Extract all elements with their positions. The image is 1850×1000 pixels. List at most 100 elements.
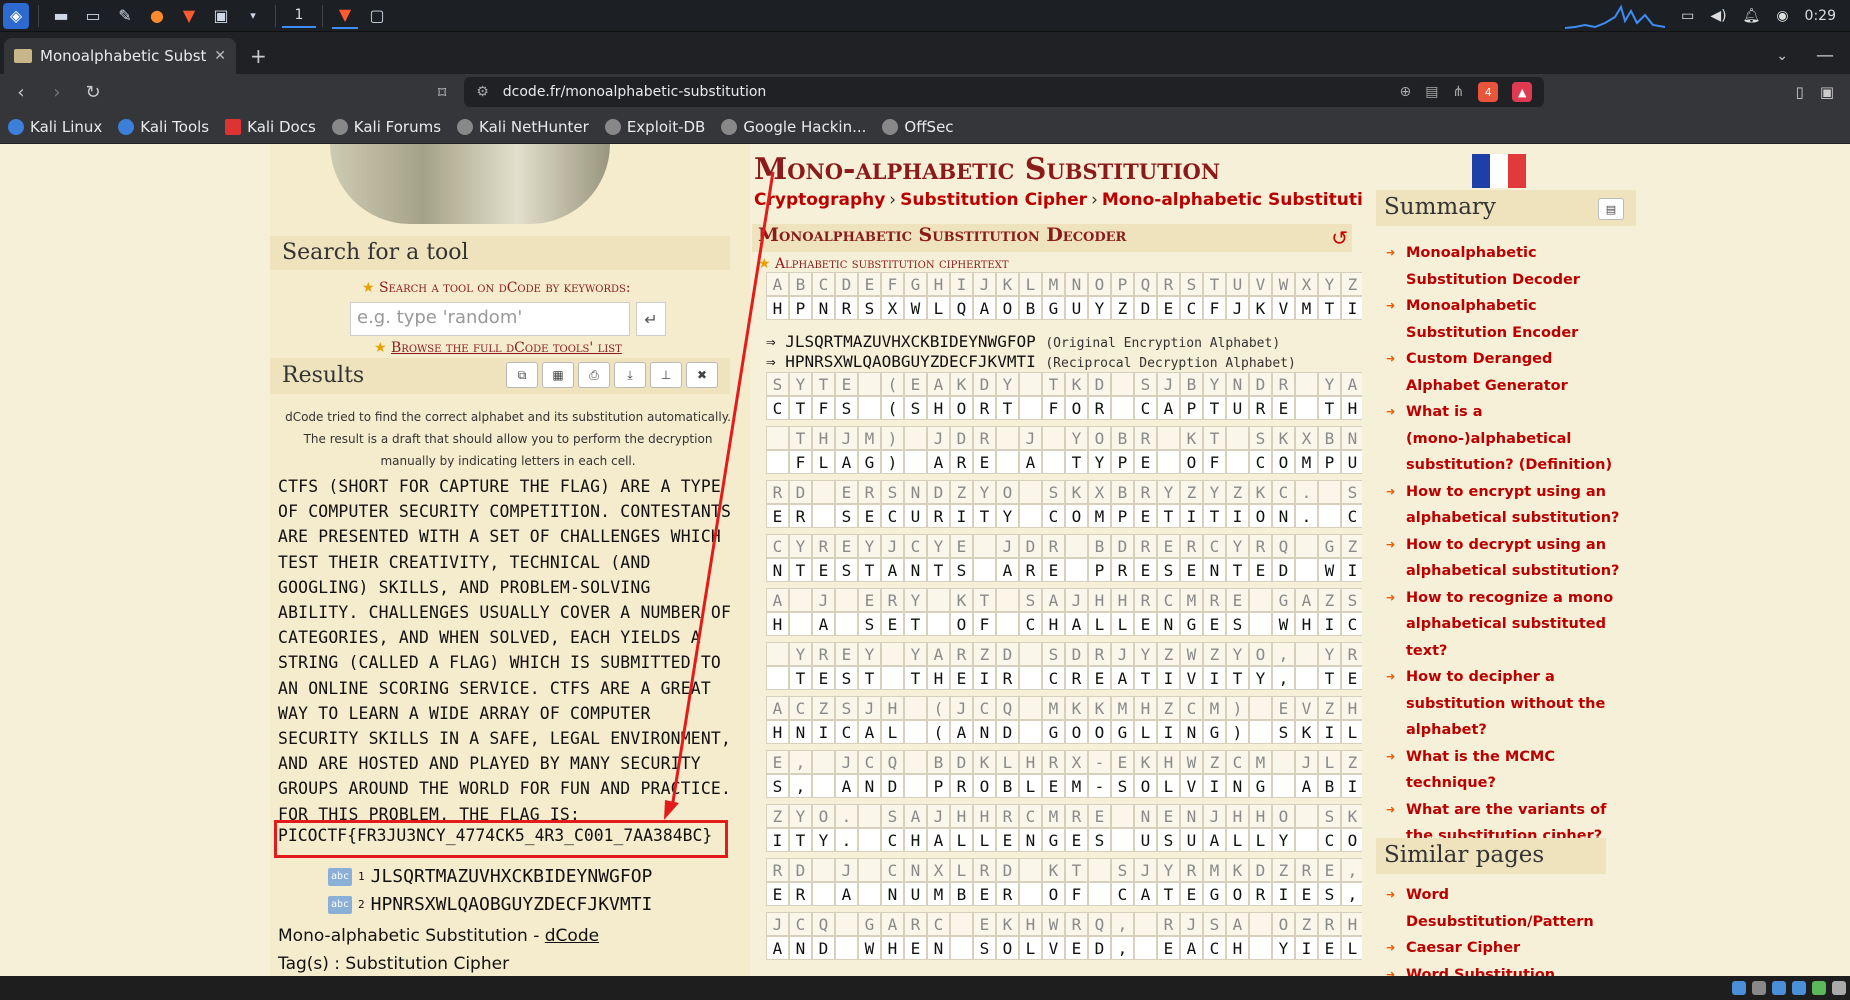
plain-cell[interactable]: S [973,936,996,960]
plain-cell[interactable]: F [1042,396,1065,420]
plain-cell[interactable]: R [1019,558,1042,582]
plain-cell[interactable]: F [1203,450,1226,474]
plain-cell[interactable]: H [1295,612,1318,636]
plain-cell[interactable]: L [881,720,904,744]
plain-cell[interactable] [904,774,927,798]
copy-button[interactable]: ⧉ [506,362,538,388]
plain-cell[interactable]: E [1065,936,1088,960]
bookmark-kali-tools[interactable]: Kali Tools [118,118,209,136]
plain-cell[interactable]: D [881,774,904,798]
pin-button[interactable]: ⊥ [650,362,682,388]
firefox-icon[interactable]: ● [144,3,170,29]
plain-cell[interactable]: T [1157,882,1180,906]
plain-cell[interactable] [1019,396,1042,420]
french-flag-icon[interactable] [1472,154,1526,188]
plain-cell[interactable]: U [904,504,927,528]
plain-cell[interactable]: H [904,828,927,852]
plain-cell[interactable]: N [789,720,812,744]
plain-cell[interactable] [766,450,789,474]
plain-cell[interactable]: ( [881,396,904,420]
plain-cell[interactable]: H [766,720,789,744]
plain-cell[interactable]: Y [1249,666,1272,690]
plain-cell[interactable]: L [927,296,950,320]
plain-cell[interactable]: N [973,720,996,744]
plain-cell[interactable]: A [1203,828,1226,852]
plain-cell[interactable]: A [1019,450,1042,474]
plain-cell[interactable]: F [789,450,812,474]
plain-cell[interactable]: O [1065,720,1088,744]
plain-cell[interactable]: L [1019,936,1042,960]
sidebar-toggle-icon[interactable]: ▯ [1796,83,1804,101]
plain-cell[interactable]: N [766,558,789,582]
plain-cell[interactable]: E [1180,882,1203,906]
plain-cell[interactable]: E [1157,936,1180,960]
plain-cell[interactable]: E [766,504,789,528]
plain-cell[interactable]: R [1065,666,1088,690]
plain-cell[interactable]: T [1318,666,1341,690]
summary-link[interactable]: Monoalphabetic Substitution Encoder [1386,293,1626,346]
plain-cell[interactable]: G [858,450,881,474]
plain-cell[interactable]: G [1042,828,1065,852]
plain-cell[interactable]: I [950,504,973,528]
plain-cell[interactable]: L [1157,774,1180,798]
plain-cell[interactable]: Z [1111,296,1134,320]
plain-cell[interactable]: C [1042,666,1065,690]
plain-cell[interactable]: S [766,774,789,798]
plain-cell[interactable]: S [904,396,927,420]
plain-cell[interactable] [789,612,812,636]
close-button[interactable]: ✖ [686,362,718,388]
plain-cell[interactable]: O [1226,882,1249,906]
plain-cell[interactable]: O [950,396,973,420]
display-icon[interactable]: ▭ [1681,8,1694,24]
plain-cell[interactable]: I [766,828,789,852]
plain-cell[interactable]: N [789,936,812,960]
plain-cell[interactable] [1249,612,1272,636]
bookmark-kali-forums[interactable]: Kali Forums [331,118,441,136]
plain-cell[interactable]: ) [1226,720,1249,744]
plain-cell[interactable]: G [1203,720,1226,744]
plain-cell[interactable]: E [904,936,927,960]
plain-cell[interactable]: R [1088,396,1111,420]
brave-rewards-icon[interactable]: ▲ [1512,82,1533,102]
share-icon[interactable]: ⋔ [1452,84,1464,100]
plain-cell[interactable]: G [1203,882,1226,906]
plain-cell[interactable]: E [973,450,996,474]
plain-cell[interactable]: A [835,774,858,798]
bookmark-kali-linux[interactable]: Kali Linux [8,118,102,136]
plain-cell[interactable]: U [1341,450,1364,474]
plain-cell[interactable]: D [1088,936,1111,960]
plain-cell[interactable]: C [1019,612,1042,636]
plain-cell[interactable]: Y [812,828,835,852]
plain-cell[interactable]: P [1088,558,1111,582]
plain-cell[interactable]: C [1318,828,1341,852]
plain-cell[interactable]: H [1341,396,1364,420]
plain-cell[interactable]: S [1226,612,1249,636]
plain-cell[interactable]: N [858,774,881,798]
back-icon[interactable]: ‹ [6,82,36,103]
reload-icon[interactable]: ↻ [78,82,108,103]
tray-app-icon[interactable] [1732,981,1746,995]
brave-icon[interactable]: ▼ [176,3,202,29]
plain-cell[interactable]: . [835,828,858,852]
volume-icon[interactable]: ◀) [1710,8,1726,24]
plain-cell[interactable]: L [973,828,996,852]
plain-cell[interactable]: E [1065,828,1088,852]
plain-cell[interactable]: O [1065,396,1088,420]
plain-cell[interactable]: T [858,558,881,582]
desktop-icon[interactable]: ▬ [48,3,74,29]
plain-cell[interactable] [1065,558,1088,582]
terminal-window-icon[interactable]: ▢ [364,3,390,29]
plain-cell[interactable]: S [835,504,858,528]
plain-cell[interactable]: , [1272,666,1295,690]
plain-cell[interactable]: T [1203,396,1226,420]
plain-cell[interactable]: T [789,558,812,582]
plain-cell[interactable]: L [1341,720,1364,744]
plain-cell[interactable] [1042,450,1065,474]
plain-cell[interactable]: T [1318,296,1341,320]
similar-page-link[interactable]: Word Substitution [1386,962,1626,977]
plain-cell[interactable]: M [1295,296,1318,320]
plain-cell[interactable]: C [1111,882,1134,906]
plain-cell[interactable]: O [996,296,1019,320]
plain-cell[interactable]: T [858,666,881,690]
plain-cell[interactable]: C [881,828,904,852]
